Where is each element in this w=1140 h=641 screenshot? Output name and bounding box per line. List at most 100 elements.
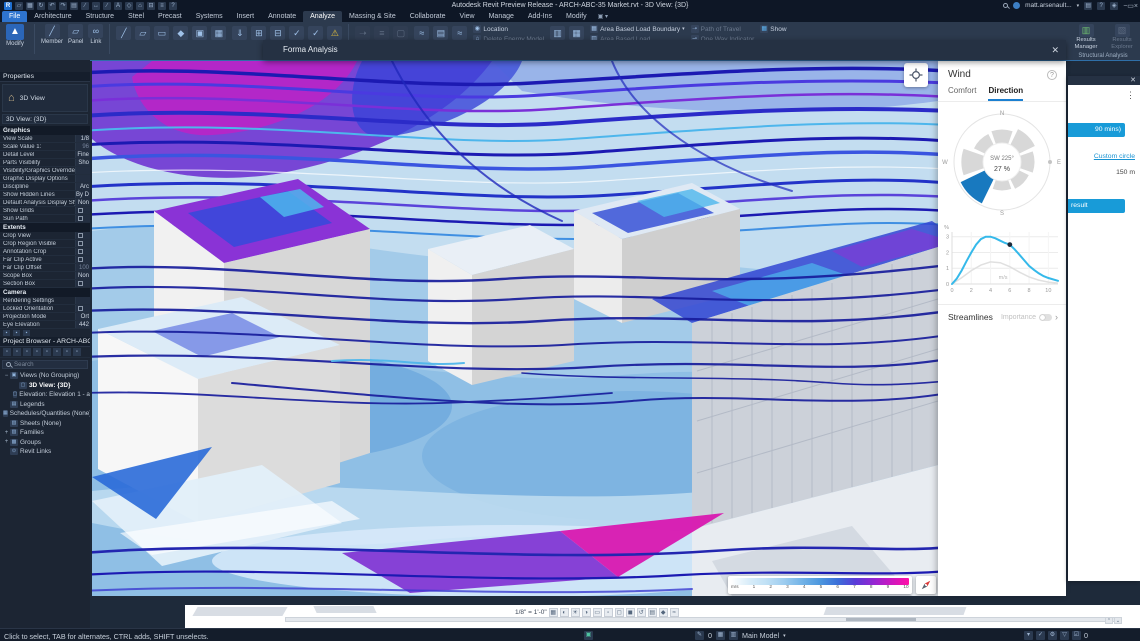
analytical-panel-icon[interactable]: ▱ [135, 26, 150, 40]
analytical-opening-icon[interactable]: ▭ [154, 26, 169, 40]
save-icon[interactable]: ▦ [26, 2, 34, 10]
browser-family-icon[interactable]: ▫ [43, 348, 51, 356]
detail-level-icon[interactable]: ▦ [549, 608, 558, 617]
open-icon[interactable]: ▱ [15, 2, 23, 10]
temporary-hide-icon[interactable]: ◻ [615, 608, 624, 617]
wind-visualization[interactable]: m/s12345678910 [92, 61, 938, 596]
tree-item[interactable]: ▦Schedules/Quantities (None) [0, 409, 90, 419]
recenter-button[interactable] [904, 63, 928, 87]
undo-icon[interactable]: ↶ [48, 2, 56, 10]
close-icon[interactable]: ✕ [1130, 77, 1136, 84]
expand-icon[interactable]: + [3, 439, 10, 445]
property-value[interactable] [75, 240, 90, 247]
tree-item[interactable]: ▤Legends [0, 400, 90, 410]
property-value[interactable] [75, 248, 90, 255]
properties-filter-icon[interactable]: ▪ [13, 330, 20, 336]
show-tool[interactable]: ▦ Show [760, 25, 786, 33]
tree-item[interactable]: ▢3D View: {3D} [0, 381, 90, 391]
tab-view[interactable]: View [453, 11, 482, 22]
check-panel-icon[interactable]: ✓ [308, 26, 323, 40]
sun-path-icon[interactable]: ☀ [571, 608, 580, 617]
property-value[interactable] [75, 305, 90, 312]
load-cases-icon[interactable]: ⊞ [251, 26, 266, 40]
measure-icon[interactable]: ∕ [81, 2, 89, 10]
analytical-node-icon[interactable]: ◆ [173, 26, 188, 40]
worksets-icon[interactable]: ▦ [716, 631, 725, 640]
tab-precast[interactable]: Precast [151, 11, 189, 22]
visual-style-icon[interactable]: ◐ [560, 608, 569, 617]
area-based-load-boundary-tool[interactable]: ▦ Area Based Load Boundary ▾ [590, 25, 685, 33]
property-value[interactable]: 96 [75, 143, 90, 150]
check-model-icon[interactable]: ⚠ [327, 26, 342, 40]
property-value[interactable]: Ort [75, 313, 90, 320]
property-value[interactable] [75, 256, 90, 263]
help-icon[interactable]: ? [1047, 70, 1057, 80]
path-of-travel-tool[interactable]: ➝ Path of Travel [691, 25, 755, 33]
property-value[interactable] [75, 215, 90, 222]
checkbox[interactable] [78, 249, 83, 254]
property-value[interactable] [75, 280, 90, 287]
property-value[interactable] [75, 232, 90, 239]
wind-speed-distribution-chart[interactable]: 0123%0246810m/s [940, 222, 1064, 298]
tree-item[interactable]: ▧Sheets (None) [0, 419, 90, 429]
tree-item[interactable]: +▨Families [0, 428, 90, 438]
sync-icon[interactable]: ↻ [37, 2, 45, 10]
distribution-marker[interactable] [1007, 242, 1012, 247]
editable-only-icon[interactable]: ☑ [1072, 631, 1081, 640]
checkbox[interactable] [78, 257, 83, 262]
route-analysis-icon[interactable]: ➝ [355, 26, 370, 40]
results-manager-tool[interactable]: ▥ Results Manager [1070, 24, 1102, 50]
tab-architecture[interactable]: Architecture [27, 11, 78, 22]
property-value[interactable]: Fine [75, 151, 90, 158]
loads-icon[interactable]: ⇓ [232, 26, 247, 40]
scroll-up-icon[interactable]: ⌃ [1105, 617, 1113, 624]
pin-objects-icon[interactable]: ⚙ [1048, 631, 1057, 640]
user-avatar-icon[interactable] [1013, 2, 1020, 9]
property-value[interactable]: Sho [75, 159, 90, 166]
model-line-icon[interactable]: ∕ [103, 2, 111, 10]
check-member-icon[interactable]: ✓ [289, 26, 304, 40]
tab-analyze[interactable]: Analyze [303, 11, 342, 22]
property-value[interactable]: 1/8 [75, 135, 90, 142]
checkbox[interactable] [78, 208, 83, 213]
tab-modify[interactable]: Modify [559, 11, 594, 22]
browser-link-icon[interactable]: ▫ [63, 348, 71, 356]
importance-toggle[interactable] [1039, 314, 1052, 321]
realistic-toggle-icon[interactable]: ◆ [659, 608, 668, 617]
tab-manage[interactable]: Manage [482, 11, 521, 22]
workset-cube-icon[interactable]: ▣ [584, 631, 593, 640]
rose-ring-handle[interactable] [1048, 160, 1052, 164]
help-icon[interactable]: ? [169, 2, 177, 10]
property-value[interactable] [75, 167, 90, 174]
browser-schedule-icon[interactable]: ▫ [23, 348, 31, 356]
thin-lines-icon[interactable]: ≡ [158, 2, 166, 10]
results-explorer-tool[interactable]: ▧ Results Explorer [1106, 24, 1138, 50]
rose-petal-E[interactable] [1020, 151, 1035, 172]
tab-structure[interactable]: Structure [79, 11, 121, 22]
project-browser-header[interactable]: Project Browser - ARCH-ABC-35 Mar [0, 337, 90, 347]
signed-in-user[interactable]: matt.arsenault... [1025, 2, 1072, 9]
reveal-hidden-icon[interactable]: ◼ [626, 608, 635, 617]
link-tool[interactable]: ∞Link [88, 24, 103, 45]
heating-cooling-loads-icon[interactable]: ▥ [550, 26, 565, 40]
close-icon[interactable]: ✕ [1051, 40, 1059, 60]
checkbox[interactable] [78, 306, 83, 311]
wind-table-icon[interactable]: ▤ [433, 26, 448, 40]
section-icon[interactable]: ⊟ [147, 2, 155, 10]
property-value[interactable]: Non [75, 272, 90, 279]
browser-settings-icon[interactable]: ▫ [73, 348, 81, 356]
tab-annotate[interactable]: Annotate [261, 11, 303, 22]
rose-petal-S[interactable] [993, 180, 1012, 190]
properties-pin-icon[interactable]: ▪ [23, 330, 30, 336]
dropdown-caret-icon[interactable]: ▾ [783, 633, 786, 639]
select-underlay-icon[interactable]: ▾ [1024, 631, 1033, 640]
analysis-duration-button[interactable]: 90 mins) [1068, 123, 1125, 137]
redo-icon[interactable]: ↷ [59, 2, 67, 10]
tree-item[interactable]: +▩Groups [0, 438, 90, 448]
energy-charts-icon[interactable]: ▦ [569, 26, 584, 40]
print-icon[interactable]: ▤ [70, 2, 78, 10]
close-button[interactable]: × [1134, 3, 1138, 10]
tab-insert[interactable]: Insert [230, 11, 262, 22]
design-options-icon[interactable]: ▥ [729, 631, 738, 640]
rose-petal-W[interactable] [961, 149, 984, 175]
